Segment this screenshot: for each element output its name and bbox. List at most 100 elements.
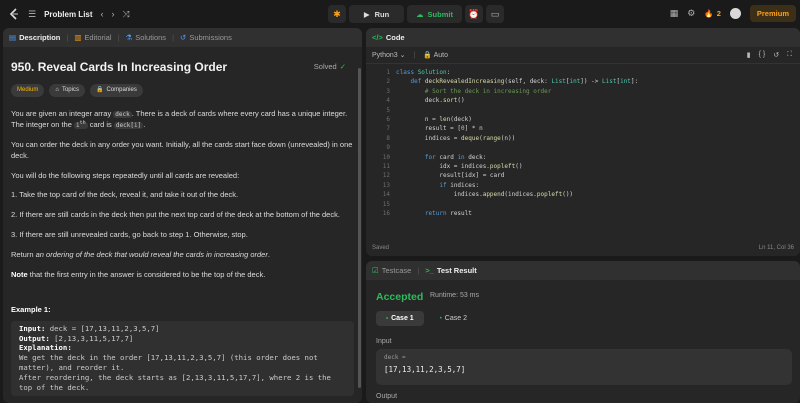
code-editor[interactable]: 1 class Solution: 2 def deckRevealedIncrea… xyxy=(366,64,800,234)
lock-icon: 🔒 xyxy=(95,87,104,94)
problem-list-link[interactable]: Problem List xyxy=(44,10,92,19)
flask-icon: ⚗ xyxy=(125,33,133,42)
case-2-tab[interactable]: • Case 2 xyxy=(430,311,477,326)
tag-icon: ⌂ xyxy=(55,87,59,94)
braces-icon[interactable]: { } xyxy=(759,51,766,59)
input-label: Input xyxy=(376,338,392,345)
topics-badge[interactable]: ⌂ Topics xyxy=(49,84,85,98)
streak-counter[interactable]: 🔥 2 xyxy=(704,9,721,18)
tab-description[interactable]: ▤ Description xyxy=(9,33,60,42)
gear-icon[interactable]: ⚙ xyxy=(687,9,695,18)
page-title[interactable]: 950. Reveal Cards In Increasing Order xyxy=(11,59,354,76)
tab-code-label: Code xyxy=(385,33,405,42)
language-select[interactable]: Python3 ⌄ xyxy=(372,51,406,59)
line-number: 10 xyxy=(382,153,390,161)
check-circle-icon: ✓ xyxy=(339,62,346,71)
line-number: 4 xyxy=(386,97,390,105)
description-paragraph-2: You can order the deck in any order you … xyxy=(11,139,353,160)
companies-badge[interactable]: 🔒 Companies xyxy=(89,84,143,98)
premium-button[interactable]: Premium xyxy=(749,5,796,22)
fullscreen-icon[interactable]: ⛶ xyxy=(787,51,792,59)
tab-code[interactable]: </> Code xyxy=(372,33,405,42)
inline-code-ith: ith xyxy=(73,119,88,129)
tab-test-result[interactable]: >_ Test Result xyxy=(425,266,476,275)
bookmark-icon[interactable]: ▮ xyxy=(747,51,751,59)
auto-toggle[interactable]: 🔒 Auto xyxy=(423,51,448,59)
code-line: indices.append(indices.popleft()) xyxy=(396,191,574,199)
editor-toolbar: Python3 ⌄ | 🔒 Auto ▮ { } ↺ ⛶ xyxy=(366,47,800,64)
menu-icon[interactable]: ☰ xyxy=(28,9,36,19)
checkbox-icon: ☑ xyxy=(372,266,379,275)
code-line: n = len(deck) xyxy=(396,116,472,123)
ex-input: deck = [17,13,11,2,3,5,7] xyxy=(45,323,160,333)
tab-submissions[interactable]: ↺ Submissions xyxy=(180,33,232,42)
solved-status: Solved ✓ xyxy=(314,62,346,71)
code-line: return result xyxy=(424,210,472,217)
code-line: if indices: xyxy=(439,181,480,189)
run-button[interactable]: ▶ Run xyxy=(349,5,404,23)
language-label: Python3 xyxy=(372,52,398,59)
note-text: that the first entry in the answer is co… xyxy=(27,269,266,279)
layout-icon[interactable]: ▦ xyxy=(670,9,679,18)
output-label: Output xyxy=(376,393,398,400)
ex-explanation-label: Explanation: xyxy=(19,343,72,353)
code-line: result = [0] * n xyxy=(396,125,483,133)
description-tabs: ▤ Description | ▥ Editorial | ⚗ Solutions |… xyxy=(3,28,362,47)
debug-button[interactable]: ✱ xyxy=(328,5,346,23)
tab-solutions[interactable]: ⚗ Solutions xyxy=(125,33,166,42)
shuffle-icon[interactable]: ⤨ xyxy=(123,9,130,19)
p1-text-d: . xyxy=(143,119,146,129)
case-1-label: Case 1 xyxy=(391,315,414,322)
tab-description-label: Description xyxy=(19,33,61,42)
line-number: 9 xyxy=(386,144,390,152)
result-tabs: ☑ Testcase | >_ Test Result xyxy=(366,261,800,280)
solved-label: Solved xyxy=(313,62,337,71)
avatar[interactable] xyxy=(729,8,741,19)
code-line: class Solution: xyxy=(396,69,451,76)
line-number: 6 xyxy=(386,116,390,123)
code-line: idx = indices.popleft() xyxy=(396,163,523,170)
timer-button[interactable]: ⏰ xyxy=(465,5,483,23)
description-note: Note that the first entry in the answer … xyxy=(11,270,354,281)
case-2-label: Case 2 xyxy=(444,315,467,322)
inline-code-deck-i: deck[i] xyxy=(113,121,144,129)
ex-output: [2,13,3,11,5,17,7] xyxy=(49,333,134,343)
history-icon: ↺ xyxy=(180,33,187,42)
streak-count: 2 xyxy=(716,9,721,18)
fire-icon: 🔥 xyxy=(704,9,714,18)
code-line: result[idx] = card xyxy=(396,172,505,180)
ex-line-1: We get the deck in the order [17,13,11,2… xyxy=(19,353,318,363)
tab-test-result-label: Test Result xyxy=(436,266,477,275)
leetcode-logo-icon[interactable] xyxy=(8,8,20,20)
tab-editorial-label: Editorial xyxy=(84,33,112,42)
bug-icon: ✱ xyxy=(333,8,341,19)
code-brackets-icon: </> xyxy=(372,33,383,42)
tab-submissions-label: Submissions xyxy=(189,33,232,42)
notes-button[interactable]: ▭ xyxy=(486,5,504,23)
description-panel: ▤ Description | ▥ Editorial | ⚗ Solutions |… xyxy=(3,28,362,403)
line-number: 15 xyxy=(382,200,390,208)
ith-sup: th xyxy=(79,119,86,126)
line-number: 11 xyxy=(382,163,390,170)
line-number: 12 xyxy=(382,172,390,180)
cursor-position: Ln 11, Col 36 xyxy=(758,245,794,251)
tab-testcase-label: Testcase xyxy=(381,266,412,275)
description-return: Return an ordering of the deck that woul… xyxy=(11,250,354,261)
lock-icon: 🔒 xyxy=(423,52,433,59)
chevron-right-icon[interactable]: › xyxy=(112,9,115,19)
pass-dot-icon: • xyxy=(439,315,442,322)
difficulty-badge: Medium xyxy=(11,84,45,98)
case-1-tab[interactable]: • Case 1 xyxy=(376,311,424,326)
line-number: 5 xyxy=(386,106,390,114)
tab-editorial[interactable]: ▥ Editorial xyxy=(74,33,111,42)
submit-button[interactable]: ☁ Submit xyxy=(407,5,462,23)
chevron-left-icon[interactable]: ‹ xyxy=(101,9,104,19)
step-1: 1. Take the top card of the deck, reveal… xyxy=(11,190,239,200)
code-line: for card in deck: xyxy=(424,153,487,161)
reset-icon[interactable]: ↺ xyxy=(773,51,779,59)
description-scrollbar[interactable] xyxy=(358,68,361,388)
result-status: Accepted xyxy=(376,291,424,303)
topics-label: Topics xyxy=(61,87,79,94)
line-number: 13 xyxy=(382,181,390,189)
tab-testcase[interactable]: ☑ Testcase xyxy=(372,266,411,275)
